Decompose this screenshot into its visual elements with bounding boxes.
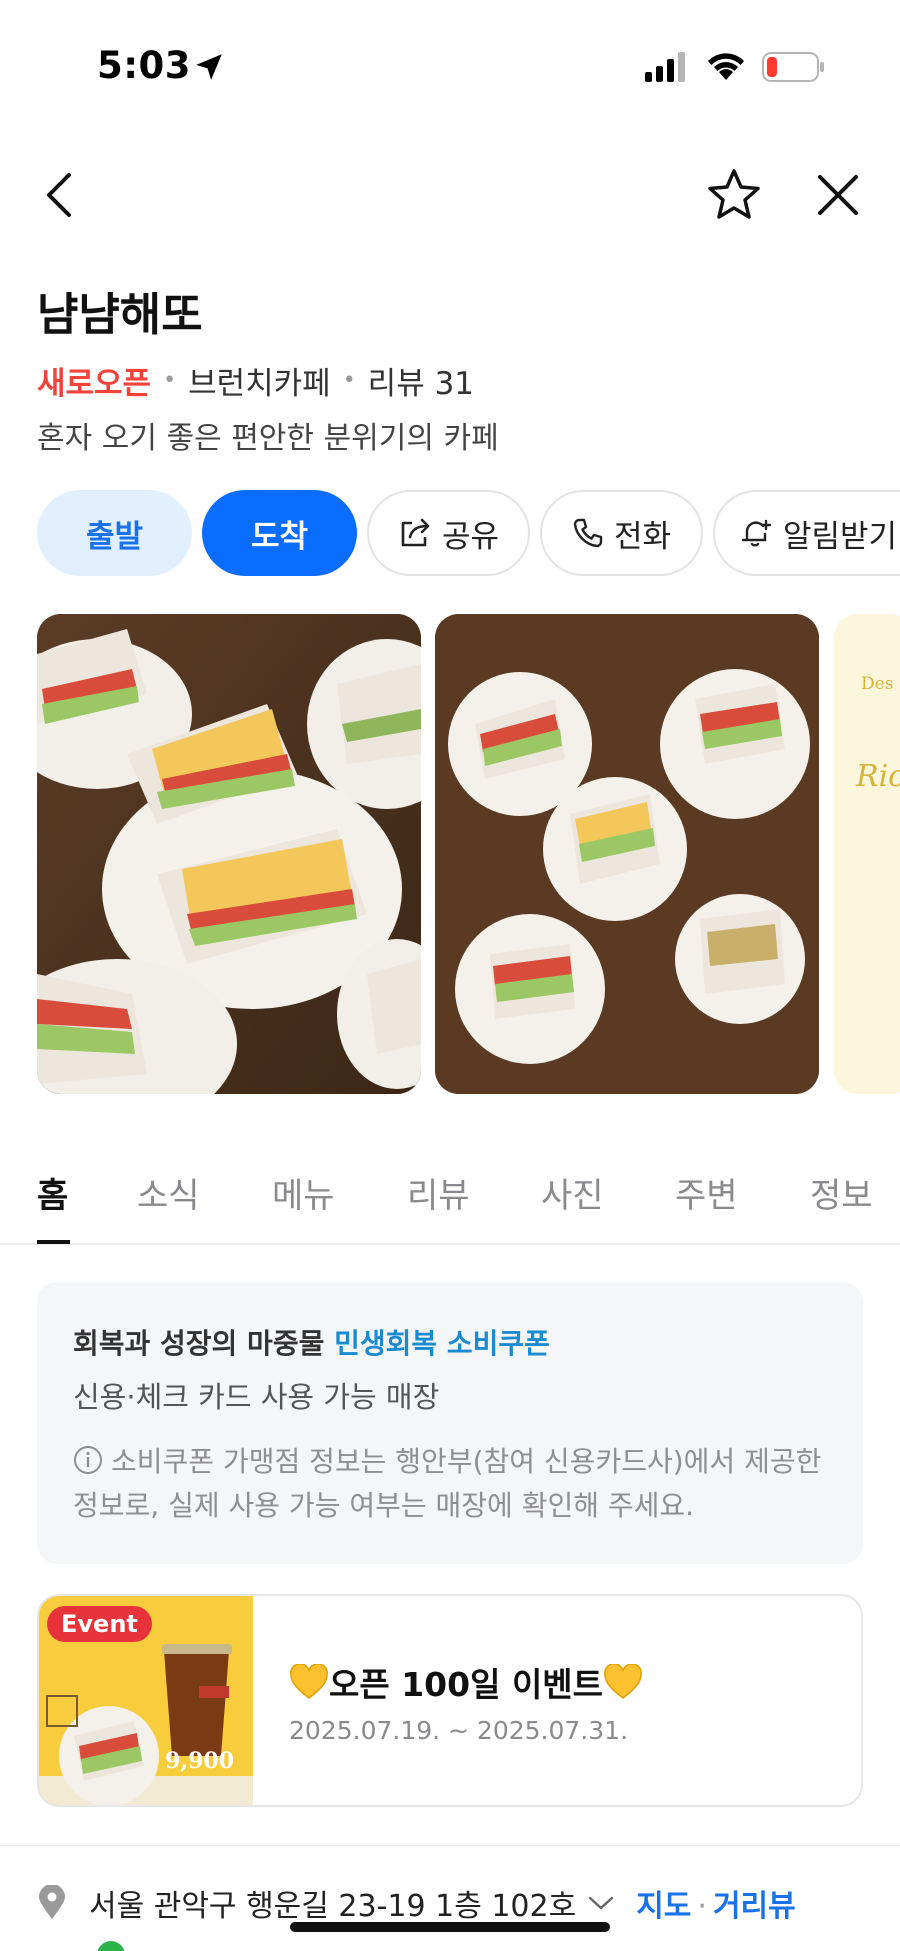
place-name: 냠냠해또 (37, 288, 203, 341)
status-time: 5:03 (97, 44, 192, 87)
separator-dot: • (163, 368, 177, 393)
poster-text: Des (861, 674, 894, 694)
chevron-left-icon (47, 173, 71, 217)
share-icon (401, 518, 430, 547)
separator-dot: • (342, 368, 356, 393)
phone-icon (573, 518, 603, 548)
active-tab-indicator (37, 1240, 70, 1244)
tab-nearby[interactable]: 주변 (675, 1168, 738, 1217)
signal-icon (645, 52, 685, 82)
depart-button[interactable]: 출발 (37, 490, 192, 576)
alert-button[interactable]: 알림받기 (713, 490, 900, 576)
close-icon (818, 175, 858, 215)
coupon-note: 소비쿠폰 가맹점 정보는 행안부(참여 신용카드사)에서 제공한 정보로, 실제… (73, 1440, 843, 1528)
status-bar: 5:03 (0, 0, 900, 130)
tab-menu[interactable]: 메뉴 (272, 1168, 335, 1217)
chevron-down-icon[interactable] (586, 1893, 616, 1913)
separator-dot: · (697, 1889, 707, 1924)
favorite-button[interactable] (704, 165, 764, 225)
close-button[interactable] (808, 165, 868, 225)
map-link[interactable]: 지도 (636, 1889, 691, 1924)
coupon-info-card[interactable]: 회복과 성장의 마중물 민생회복 소비쿠폰 신용·체크 카드 사용 가능 매장 … (37, 1282, 863, 1564)
wifi-icon (708, 53, 744, 80)
next-info-row (97, 1935, 597, 1951)
yellow-heart-icon (290, 1664, 328, 1699)
new-open-tag: 새로오픈 (37, 366, 152, 402)
share-button[interactable]: 공유 (367, 490, 530, 576)
alert-label: 알림받기 (783, 518, 898, 555)
coupon-heading: 회복과 성장의 마중물 민생회복 소비쿠폰 (73, 1322, 550, 1362)
info-icon (74, 1446, 102, 1474)
sandwich-photo-illustration (435, 614, 819, 1094)
event-card[interactable]: 9,900 Event 오픈 100일 이벤트 2025.07.19. ~ 20… (37, 1594, 863, 1807)
place-description: 혼자 오기 좋은 편안한 분위기의 카페 (37, 421, 499, 456)
event-image-price: 9,900 (165, 1748, 234, 1774)
review-count-link[interactable]: 리뷰 31 (368, 358, 474, 403)
category-label: 브런치카페 (188, 366, 331, 402)
home-indicator (290, 1922, 610, 1932)
poster-text: Ric (856, 759, 900, 794)
divider (0, 1845, 900, 1846)
event-date: 2025.07.19. ~ 2025.07.31. (289, 1716, 629, 1745)
arrive-button[interactable]: 도착 (202, 490, 357, 576)
tab-info[interactable]: 정보 (810, 1168, 873, 1217)
tab-home[interactable]: 홈 (37, 1168, 68, 1217)
photo-menu-poster[interactable]: Des Ric (834, 614, 900, 1094)
star-icon (708, 169, 760, 219)
location-arrow-icon (196, 54, 222, 80)
address-text[interactable]: 서울 관악구 행운길 23-19 1층 102호 (89, 1881, 576, 1925)
sandwich-photo-illustration (37, 614, 421, 1094)
coupon-note-text: 소비쿠폰 가맹점 정보는 행안부(참여 신용카드사)에서 제공한 정보로, 실제… (73, 1445, 822, 1522)
call-label: 전화 (613, 518, 672, 555)
event-badge: Event (47, 1606, 152, 1642)
back-button[interactable] (28, 165, 88, 225)
photo-sandwich-1[interactable] (37, 614, 421, 1094)
coupon-heading-highlight: 민생회복 소비쿠폰 (334, 1327, 550, 1360)
share-label: 공유 (441, 518, 500, 555)
event-title-row: 오픈 100일 이벤트 (289, 1658, 643, 1706)
address-links: 지도 · 거리뷰 (636, 1881, 796, 1925)
event-title: 오픈 100일 이벤트 (329, 1665, 604, 1704)
tab-photo[interactable]: 사진 (541, 1168, 604, 1217)
coupon-subtitle: 신용·체크 카드 사용 가능 매장 (73, 1380, 440, 1414)
bell-plus-icon (741, 519, 772, 547)
street-view-link[interactable]: 거리뷰 (713, 1889, 796, 1924)
yellow-heart-icon (604, 1664, 642, 1699)
section-tabs: 홈 소식 메뉴 리뷰 사진 주변 정보 (0, 1160, 900, 1245)
tab-news[interactable]: 소식 (137, 1168, 200, 1217)
coupon-heading-prefix: 회복과 성장의 마중물 (73, 1327, 325, 1360)
subway-line-icon (97, 1941, 125, 1951)
event-thumbnail: 9,900 Event (39, 1596, 253, 1805)
action-bar: 출발 도착 공유 전화 알림받기 (37, 490, 900, 578)
place-meta: 새로오픈 • 브런치카페 • 리뷰 31 (37, 358, 474, 403)
battery-icon (762, 52, 824, 82)
photo-sandwich-2[interactable] (435, 614, 819, 1094)
tab-review[interactable]: 리뷰 (407, 1168, 470, 1217)
location-pin-icon (39, 1885, 65, 1919)
address-row: 서울 관악구 행운길 23-19 1층 102호 지도 · 거리뷰 (37, 1881, 863, 1925)
call-button[interactable]: 전화 (540, 490, 703, 576)
